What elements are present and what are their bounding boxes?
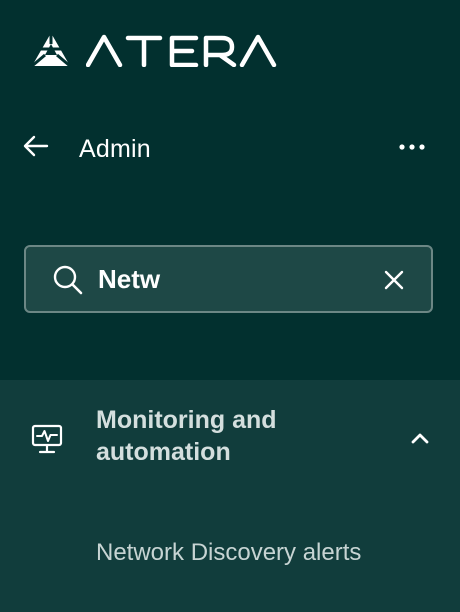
admin-header: Admin xyxy=(0,126,460,172)
search-input[interactable] xyxy=(98,259,368,299)
arrow-left-icon xyxy=(23,135,49,157)
atera-logo-icon xyxy=(31,33,71,68)
search-icon xyxy=(53,265,83,295)
atera-logo[interactable] xyxy=(30,30,278,70)
admin-sidebar: Admin Netw Monitoring and automation Net… xyxy=(0,0,460,612)
page-title: Admin xyxy=(79,135,151,163)
atera-wordmark xyxy=(86,34,277,67)
close-icon xyxy=(384,270,404,290)
nav-section-monitoring: Monitoring and automation Network Discov… xyxy=(0,380,460,612)
monitor-pulse-icon xyxy=(31,424,63,454)
back-button[interactable] xyxy=(18,128,54,164)
nav-item-network-discovery-alerts[interactable]: Network Discovery alerts xyxy=(96,538,361,568)
search-box xyxy=(24,245,433,313)
nav-section-header[interactable]: Monitoring and automation xyxy=(0,380,460,500)
more-horizontal-icon xyxy=(399,144,425,150)
nav-section-label: Monitoring and automation xyxy=(96,406,277,466)
more-options-button[interactable] xyxy=(392,132,432,162)
chevron-up-icon[interactable] xyxy=(404,424,436,452)
clear-search-button[interactable] xyxy=(378,264,410,296)
